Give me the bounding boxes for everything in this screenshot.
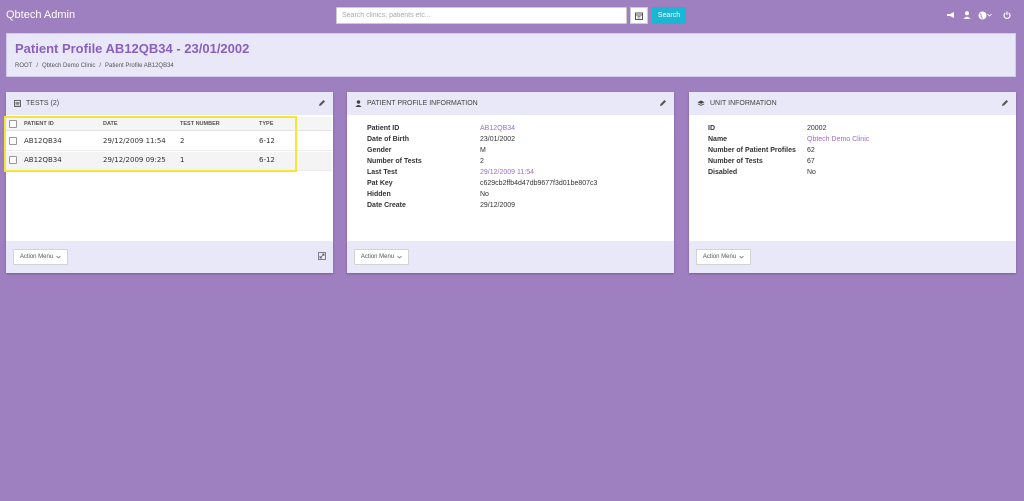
user-icon — [963, 11, 971, 19]
megaphone-icon — [947, 12, 954, 18]
field-value-last-test[interactable]: 29/12/2009 11:54 — [480, 169, 534, 176]
language-dropdown[interactable] — [977, 10, 993, 20]
field-label-hidden: Hidden — [367, 191, 391, 198]
field-label-last-test: Last Test — [367, 169, 398, 176]
breadcrumb: ROOT / Qbtech Demo Clinic / Patient Prof… — [15, 63, 174, 69]
messages-button[interactable] — [945, 10, 957, 20]
field-value-hidden: No — [480, 191, 489, 198]
field-value-date-of-birth: 23/01/2002 — [480, 136, 516, 143]
power-icon — [1003, 11, 1011, 19]
breadcrumb-clinic[interactable]: Qbtech Demo Clinic — [42, 63, 95, 69]
field-value-name[interactable]: Qbtech Demo Clinic — [807, 136, 869, 143]
pencil-icon — [1002, 100, 1008, 106]
pencil-icon — [319, 100, 325, 106]
tests-panel-header: TESTS (2) — [6, 92, 333, 115]
edit-profile-button[interactable] — [659, 99, 667, 109]
chevron-down-icon — [56, 255, 61, 259]
top-navbar: Qbtech Admin Search — [0, 0, 1024, 32]
field-value-gender: M — [480, 147, 486, 154]
field-value-number-of-tests: 67 — [807, 158, 815, 165]
unit-panel-footer: Action Menu — [689, 241, 1016, 273]
field-value-pat-key: c629cb2ffb4d47db9677f3d01be807c3 — [480, 180, 598, 187]
field-label-date-of-birth: Date of Birth — [367, 136, 409, 143]
caret-down-icon — [987, 13, 992, 17]
breadcrumb-current: Patient Profile AB12QB34 — [105, 63, 174, 69]
field-label-name: Name — [708, 136, 728, 143]
expand-button[interactable] — [318, 252, 326, 262]
app-title[interactable]: Qbtech Admin — [6, 9, 75, 21]
unit-panel-header: UNIT INFORMATION — [689, 92, 1016, 115]
page-title: Patient Profile AB12QB34 - 23/01/2002 — [15, 41, 250, 56]
selection-highlight — [4, 116, 297, 172]
profile-panel-header: PATIENT PROFILE INFORMATION — [347, 92, 674, 115]
layers-icon — [697, 100, 705, 106]
action-menu-label: Action Menu — [360, 254, 395, 260]
expand-icon — [318, 252, 326, 260]
tests-panel-footer: Action Menu — [6, 241, 333, 273]
field-value-patient-id[interactable]: AB12QB34 — [480, 125, 515, 132]
user-icon — [355, 100, 362, 107]
chevron-down-icon — [397, 255, 402, 259]
search-input[interactable] — [336, 7, 627, 24]
pencil-icon — [660, 100, 666, 106]
logout-button[interactable] — [1002, 10, 1012, 20]
field-label-patient-profiles: Number of Patient Profiles — [708, 147, 796, 154]
breadcrumb-separator: / — [36, 63, 39, 69]
field-label-number-of-tests: Number of Tests — [367, 158, 422, 165]
chevron-down-icon — [739, 255, 744, 259]
edit-tests-button[interactable] — [318, 99, 326, 109]
field-value-date-create: 29/12/2009 — [480, 202, 516, 209]
profile-panel-footer: Action Menu — [347, 241, 674, 273]
page-header: Patient Profile AB12QB34 - 23/01/2002 RO… — [6, 33, 1016, 77]
field-value-id: 20002 — [807, 125, 827, 132]
list-icon — [14, 100, 21, 107]
breadcrumb-separator: / — [99, 63, 102, 69]
calendar-icon — [635, 12, 643, 20]
edit-unit-button[interactable] — [1001, 99, 1009, 109]
user-button[interactable] — [962, 10, 972, 20]
action-menu-button[interactable]: Action Menu — [696, 249, 751, 265]
field-label-number-of-tests: Number of Tests — [708, 158, 763, 165]
search-button[interactable]: Search — [652, 7, 686, 24]
unit-panel-title: UNIT INFORMATION — [710, 100, 777, 107]
field-label-id: ID — [708, 125, 715, 132]
field-label-patient-id: Patient ID — [367, 125, 400, 132]
field-value-disabled: No — [807, 169, 816, 176]
patient-profile-panel: PATIENT PROFILE INFORMATION Patient ID A… — [347, 92, 674, 273]
field-label-gender: Gender — [367, 147, 392, 154]
profile-panel-title: PATIENT PROFILE INFORMATION — [367, 100, 478, 107]
calendar-button[interactable] — [630, 7, 648, 24]
action-menu-button[interactable]: Action Menu — [354, 249, 409, 265]
action-menu-label: Action Menu — [702, 254, 737, 260]
globe-icon — [978, 11, 987, 19]
action-menu-button[interactable]: Action Menu — [13, 249, 68, 265]
unit-info-panel: UNIT INFORMATION ID 20002 Name Qbtech De… — [689, 92, 1016, 273]
field-label-pat-key: Pat Key — [367, 180, 393, 187]
field-label-disabled: Disabled — [708, 169, 738, 176]
field-value-patient-profiles: 62 — [807, 147, 815, 154]
breadcrumb-root[interactable]: ROOT — [15, 63, 32, 69]
tests-panel-title: TESTS (2) — [26, 100, 60, 107]
field-value-number-of-tests: 2 — [480, 158, 484, 165]
field-label-date-create: Date Create — [367, 202, 406, 209]
action-menu-label: Action Menu — [19, 254, 54, 260]
